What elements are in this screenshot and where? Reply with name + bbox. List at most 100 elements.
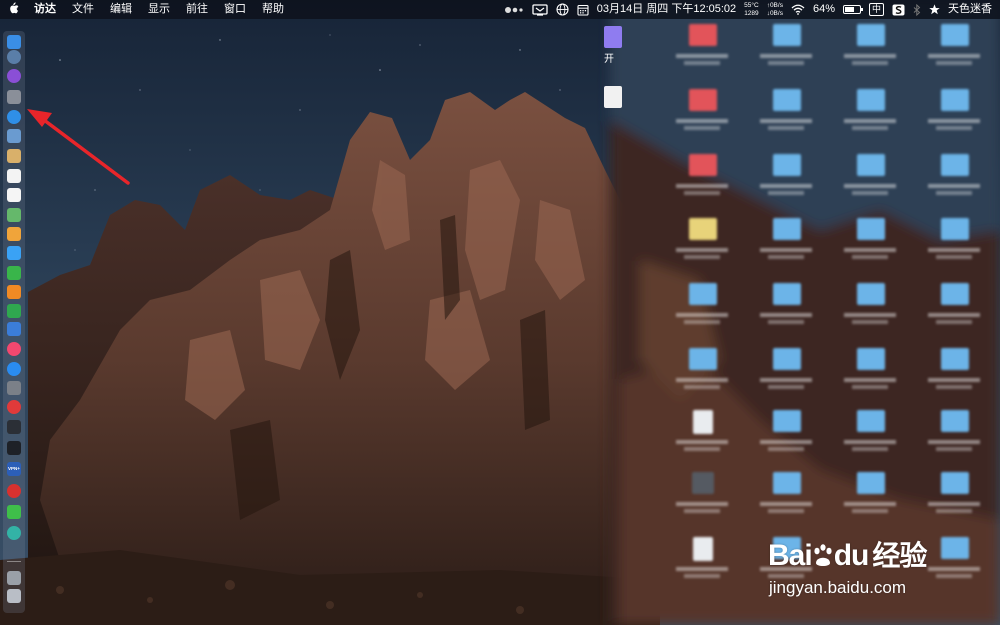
clock-datetime[interactable]: 03月14日 周四 下午12:05:02	[593, 0, 740, 19]
star-icon[interactable]	[925, 0, 944, 19]
desktop-item[interactable]	[835, 24, 905, 80]
desktop-item[interactable]	[751, 472, 821, 528]
apple-logo-icon[interactable]	[0, 2, 26, 17]
menu-go[interactable]: 前往	[178, 0, 216, 19]
battery-percent[interactable]: 64%	[809, 0, 839, 19]
desktop-item[interactable]	[919, 218, 989, 274]
desktop-item-label-blurred	[667, 117, 737, 133]
facetime-icon[interactable]	[7, 266, 21, 280]
input-method[interactable]: 中	[865, 0, 888, 19]
menu-help[interactable]: 帮助	[254, 0, 292, 19]
folder-icon	[773, 218, 801, 240]
desktop-item[interactable]	[835, 283, 905, 339]
desktop-item-label-blurred	[751, 52, 821, 68]
desktop-item[interactable]	[919, 24, 989, 80]
desktop-item[interactable]	[667, 537, 737, 593]
desktop-item[interactable]	[835, 348, 905, 404]
folder-icon	[941, 283, 969, 305]
desktop-item[interactable]	[667, 218, 737, 274]
desktop-item[interactable]	[667, 410, 737, 466]
bluetooth-icon[interactable]	[909, 0, 925, 19]
desktop-item[interactable]	[751, 283, 821, 339]
vivaldi-icon[interactable]	[7, 400, 21, 414]
dots-icon[interactable]	[500, 0, 528, 19]
desktop-item[interactable]	[751, 89, 821, 145]
globe-icon[interactable]	[552, 0, 573, 19]
logo-text-bai: Bai	[768, 539, 813, 572]
desktop-item-partial[interactable]: 开	[604, 26, 622, 65]
finder-icon[interactable]	[7, 35, 21, 49]
downloads-icon[interactable]	[7, 571, 21, 585]
sensor-readout[interactable]: 55°C 1289	[740, 0, 763, 19]
siri-icon[interactable]	[7, 69, 21, 83]
wechat-icon[interactable]	[7, 505, 21, 519]
display-icon[interactable]	[528, 0, 552, 19]
menu-edit[interactable]: 编辑	[102, 0, 140, 19]
trash-icon[interactable]	[7, 589, 21, 603]
desktop-item[interactable]	[667, 472, 737, 528]
reminders-icon[interactable]	[7, 188, 21, 202]
desktop-item[interactable]	[667, 24, 737, 80]
desktop-item[interactable]	[751, 348, 821, 404]
desktop-item-label-blurred	[667, 565, 737, 581]
desktop-item[interactable]	[919, 410, 989, 466]
s-app-icon[interactable]	[888, 0, 909, 19]
system-preferences-icon[interactable]	[7, 381, 21, 395]
network-speed[interactable]: ↑0B/s ↓0B/s	[763, 0, 787, 19]
chat-icon[interactable]	[7, 526, 21, 540]
user-name[interactable]: 天色迷香	[944, 0, 996, 19]
desktop-item-label-blurred	[835, 246, 905, 262]
desktop-item-label-blurred	[835, 376, 905, 392]
desktop-item[interactable]	[751, 154, 821, 210]
desktop-item[interactable]	[919, 154, 989, 210]
maps-icon[interactable]	[7, 208, 21, 222]
netease-music-icon[interactable]	[7, 484, 21, 498]
launchpad-icon[interactable]	[7, 50, 21, 64]
desktop-item-label-blurred	[667, 311, 737, 327]
desktop-item[interactable]	[751, 410, 821, 466]
desktop-item[interactable]	[667, 348, 737, 404]
desktop-item[interactable]	[835, 218, 905, 274]
menu-window[interactable]: 窗口	[216, 0, 254, 19]
app-store-icon[interactable]	[7, 362, 21, 376]
pages-icon[interactable]	[7, 285, 21, 299]
terminal-icon[interactable]	[7, 441, 21, 455]
numbers-icon[interactable]	[7, 304, 21, 318]
desktop-item[interactable]	[919, 283, 989, 339]
menu-file[interactable]: 文件	[64, 0, 102, 19]
photos-icon[interactable]	[7, 227, 21, 241]
logo-text-du: du	[833, 539, 870, 572]
notes-icon[interactable]	[7, 149, 21, 163]
desktop-item[interactable]	[835, 154, 905, 210]
rocket-icon[interactable]	[7, 90, 21, 104]
desktop-item-label-blurred	[667, 52, 737, 68]
desktop-item[interactable]	[919, 348, 989, 404]
logo-suffix: 经验	[872, 540, 927, 571]
calendar-icon[interactable]	[7, 169, 21, 183]
battery-icon[interactable]	[839, 0, 865, 19]
desktop-item-partial[interactable]	[604, 86, 622, 108]
calendar-icon[interactable]	[573, 0, 593, 19]
desktop-item[interactable]	[835, 472, 905, 528]
itunes-icon[interactable]	[7, 342, 21, 356]
safari-icon[interactable]	[7, 110, 21, 124]
desktop-item[interactable]	[667, 154, 737, 210]
folder-icon	[773, 24, 801, 46]
menu-view[interactable]: 显示	[140, 0, 178, 19]
app-menu-finder[interactable]: 访达	[26, 0, 64, 19]
desktop-item[interactable]	[667, 283, 737, 339]
keynote-icon[interactable]	[7, 322, 21, 336]
desktop-item[interactable]	[667, 89, 737, 145]
vpn-icon[interactable]: VPN+	[7, 462, 21, 476]
cpu-temp: 55°C	[744, 2, 759, 9]
desktop-item[interactable]	[919, 472, 989, 528]
desktop-item[interactable]	[751, 24, 821, 80]
wifi-icon[interactable]	[787, 0, 809, 19]
desktop-item[interactable]	[751, 218, 821, 274]
desktop-item[interactable]	[919, 89, 989, 145]
desktop-item[interactable]	[835, 410, 905, 466]
messages-icon[interactable]	[7, 246, 21, 260]
activity-monitor-icon[interactable]	[7, 420, 21, 434]
desktop-item[interactable]	[835, 89, 905, 145]
preview-icon[interactable]	[7, 129, 21, 143]
